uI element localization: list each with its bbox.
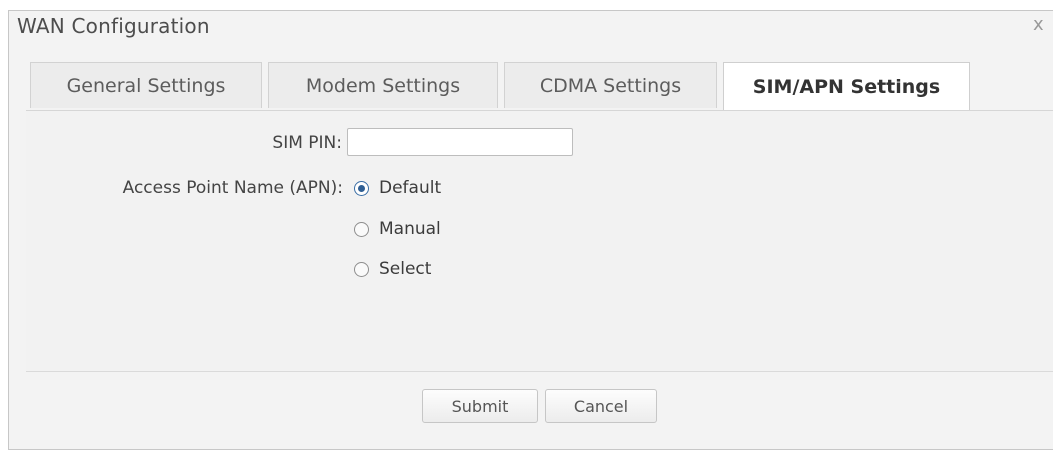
apn-option-select[interactable]: Select [354, 259, 431, 279]
radio-button-icon[interactable] [354, 221, 369, 237]
tab-sim-apn-settings[interactable]: SIM/APN Settings [723, 62, 970, 111]
tab-cdma-settings[interactable]: CDMA Settings [504, 62, 717, 108]
apn-option-manual[interactable]: Manual [354, 219, 441, 239]
apn-label: Access Point Name (APN): [122, 178, 343, 198]
apn-option-label: Manual [379, 219, 441, 239]
apn-option-label: Default [379, 178, 442, 198]
radio-button-icon[interactable] [354, 180, 369, 196]
apn-option-label: Select [379, 259, 432, 279]
close-icon[interactable]: x [1033, 14, 1044, 35]
tab-modem-settings[interactable]: Modem Settings [268, 62, 498, 108]
dialog-title: WAN Configuration [17, 14, 210, 38]
sim-pin-label: SIM PIN: [272, 133, 342, 153]
sim-pin-input[interactable] [347, 128, 573, 156]
radio-button-icon[interactable] [354, 261, 369, 277]
apn-option-default[interactable]: Default [354, 178, 441, 198]
cancel-button[interactable]: Cancel [545, 389, 657, 423]
submit-button[interactable]: Submit [422, 389, 538, 423]
tab-general-settings[interactable]: General Settings [30, 62, 262, 108]
settings-tabs: General Settings Modem Settings CDMA Set… [30, 62, 976, 111]
